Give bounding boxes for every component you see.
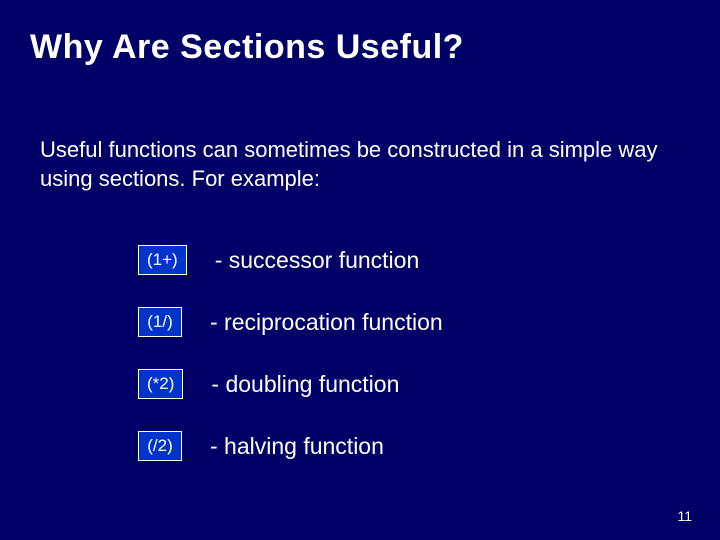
item-description: - reciprocation function	[210, 309, 443, 336]
list-item: (1/) - reciprocation function	[138, 307, 443, 337]
slide-title: Why Are Sections Useful?	[30, 28, 464, 67]
item-description: - halving function	[210, 433, 384, 460]
list-item: (*2) - doubling function	[138, 369, 443, 399]
code-box: (1/)	[138, 307, 182, 337]
list-item: (/2) - halving function	[138, 431, 443, 461]
item-description: - doubling function	[211, 371, 399, 398]
item-description: - successor function	[215, 247, 420, 274]
section-list: (1+) - successor function (1/) - recipro…	[138, 245, 443, 493]
slide-number: 11	[677, 508, 692, 524]
code-box: (/2)	[138, 431, 182, 461]
intro-text: Useful functions can sometimes be constr…	[40, 136, 680, 193]
code-box: (1+)	[138, 245, 187, 275]
code-box: (*2)	[138, 369, 183, 399]
list-item: (1+) - successor function	[138, 245, 443, 275]
